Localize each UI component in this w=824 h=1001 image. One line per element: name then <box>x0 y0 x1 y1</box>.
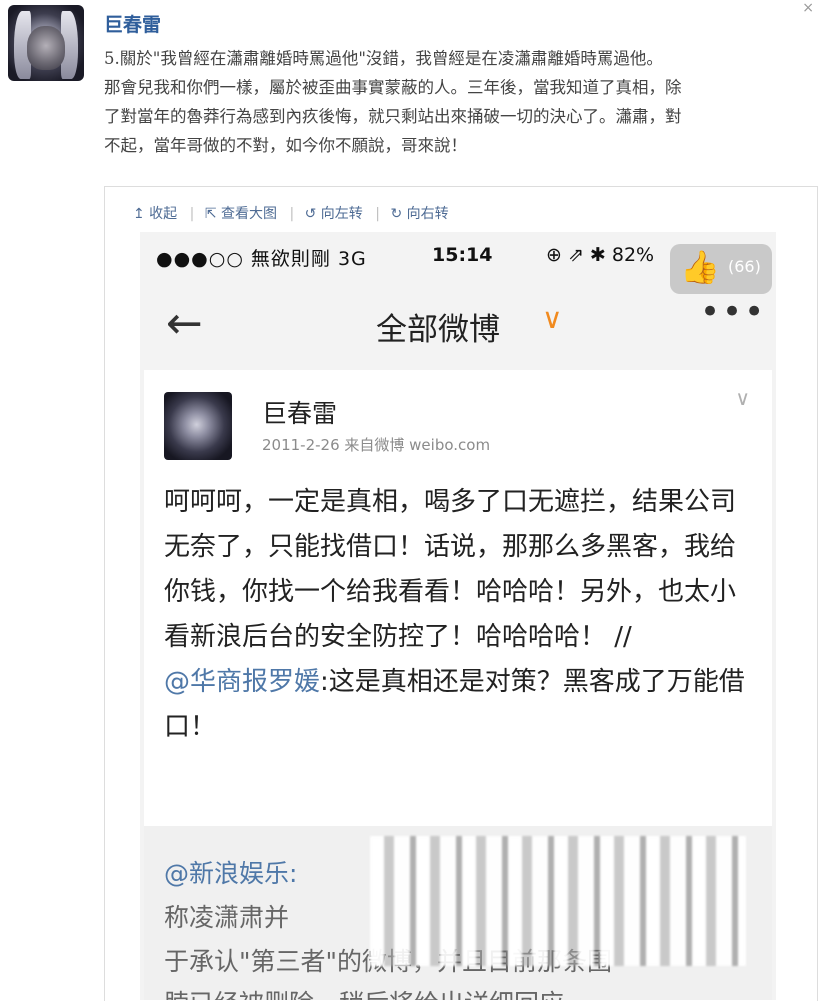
signal-carrier: ●●●○○ 無欲則剛 3G <box>156 248 367 270</box>
quote-mention[interactable]: @新浪娱乐: <box>164 854 297 890</box>
toolbar-separator: | <box>289 206 295 222</box>
back-arrow-icon[interactable]: ← <box>166 302 203 346</box>
mention-link[interactable]: @华商报罗媛 <box>164 667 320 697</box>
post-text: 5.關於"我曾經在瀟肅離婚時罵過他"沒錯，我曾經是在凌瀟肅離婚時罵過他。 那會兒… <box>104 49 682 155</box>
image-toolbar: ↥ 收起 | ⇱ 查看大图 | ↺ 向左转 | ↻ 向右转 <box>133 203 455 223</box>
quote-line: 称凌潇肃并 <box>164 903 290 932</box>
close-icon[interactable]: × <box>802 0 814 16</box>
thumbs-up-icon: 👍 <box>680 248 720 286</box>
nav-bar: ← 全部微博 ∨ ••• <box>140 284 776 372</box>
view-large-button[interactable]: ⇱ 查看大图 <box>205 206 277 222</box>
card-body: 呵呵呵，一定是真相，喝多了口无遮拦，结果公司无奈了，只能找借口！话说，那那么多黑… <box>164 480 754 750</box>
poster-name[interactable]: 巨春雷 <box>104 10 161 37</box>
redaction-blur <box>370 836 746 966</box>
chevron-down-icon[interactable]: ∨ <box>735 386 750 410</box>
phone-screenshot: ●●●○○ 無欲則剛 3G 15:14 ⊕ ⇗ ✱ 82% 👍 (66) ← 全… <box>140 232 776 1000</box>
quoted-post: @新浪娱乐: 称凌潇肃并 于承认"第三者"的微博，并且目前那条围 脖已经被删除，… <box>144 826 772 1000</box>
nav-title[interactable]: 全部微博 <box>376 304 500 349</box>
like-count: (66) <box>728 257 761 276</box>
toolbar-separator: | <box>189 206 195 222</box>
avatar-face <box>27 26 65 71</box>
collapse-button[interactable]: ↥ 收起 <box>133 206 177 222</box>
quote-line: 脖已经被删除，稍后将给出详细回应。 <box>164 984 589 1000</box>
chevron-down-icon[interactable]: ∨ <box>542 302 563 335</box>
toolbar-separator: | <box>375 206 380 222</box>
more-icon[interactable]: ••• <box>700 292 766 332</box>
card-avatar[interactable] <box>164 392 232 460</box>
card-body-main: 呵呵呵，一定是真相，喝多了口无遮拦，结果公司无奈了，只能找借口！话说，那那么多黑… <box>164 487 737 652</box>
rotate-left-button[interactable]: ↺ 向左转 <box>305 206 363 222</box>
status-time: 15:14 <box>432 244 493 266</box>
poster-avatar[interactable] <box>8 5 84 81</box>
card-meta: 2011-2-26 来自微博 weibo.com <box>262 436 491 454</box>
status-icons: ⊕ ⇗ ✱ 82% <box>546 244 655 266</box>
rotate-right-button[interactable]: ↻ 向右转 <box>390 206 448 222</box>
card-author[interactable]: 巨春雷 <box>262 394 337 430</box>
weibo-card: 巨春雷 2011-2-26 来自微博 weibo.com ∨ 呵呵呵，一定是真相… <box>144 370 772 826</box>
